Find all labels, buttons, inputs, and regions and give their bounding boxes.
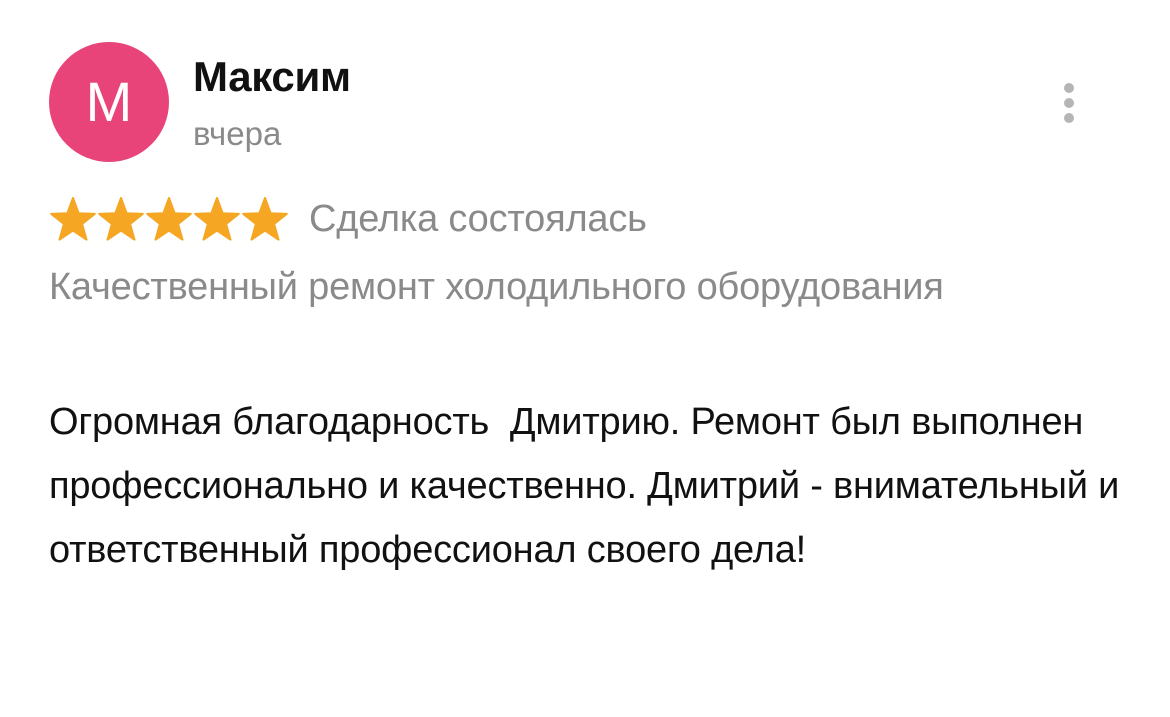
author-name[interactable]: Максим: [193, 52, 351, 102]
star-icon: [194, 197, 240, 241]
rating-row: Сделка состоялась: [49, 192, 647, 248]
star-icon: [242, 197, 288, 241]
star-icon: [50, 197, 96, 241]
more-options-button[interactable]: [1052, 78, 1086, 128]
review-date: вчера: [193, 115, 282, 152]
review-text: Огромная благодарность Дмитрию. Ремонт б…: [49, 401, 1130, 571]
more-vertical-icon: [1064, 83, 1074, 123]
review-card: М Максим вчера Сделка состоялась Качеств…: [0, 0, 1170, 717]
deal-status: Сделка состоялась: [309, 198, 647, 241]
star-icon: [146, 197, 192, 241]
service-title: Качественный ремонт холодильного оборудо…: [49, 266, 944, 308]
avatar-letter: М: [85, 70, 133, 133]
star-rating: [49, 196, 289, 244]
star-icon: [98, 197, 144, 241]
avatar[interactable]: М: [49, 42, 169, 162]
